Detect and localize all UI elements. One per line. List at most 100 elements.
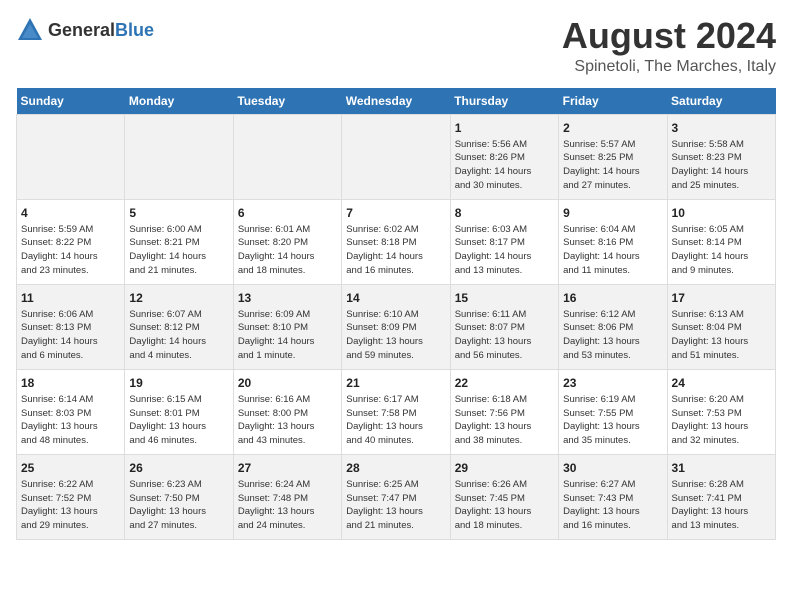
calendar-cell: 12Sunrise: 6:07 AM Sunset: 8:12 PM Dayli… xyxy=(125,284,233,369)
day-number: 16 xyxy=(563,291,662,305)
calendar-cell: 29 Sunrise: 6:26 AM Sunset: 7:45 PM Dayli… xyxy=(450,454,558,539)
day-info: Sunrise: 6:16 AM Sunset: 8:00 PM Dayligh… xyxy=(238,393,337,448)
day-number: 11 xyxy=(21,291,120,305)
calendar-cell: 13 Sunrise: 6:09 AM Sunset: 8:10 PM Dayli… xyxy=(233,284,341,369)
day-number: 24 xyxy=(672,376,771,390)
day-info: Sunrise: 5:59 AM Sunset: 8:22 PM Dayligh… xyxy=(21,223,120,278)
day-number: 21 xyxy=(346,376,445,390)
col-monday: Monday xyxy=(125,88,233,115)
calendar-cell: 26 Sunrise: 6:23 AM Sunset: 7:50 PM Dayli… xyxy=(125,454,233,539)
calendar-cell xyxy=(17,114,125,199)
col-thursday: Thursday xyxy=(450,88,558,115)
calendar-cell: 2 Sunrise: 5:57 AM Sunset: 8:25 PM Daylig… xyxy=(559,114,667,199)
day-number: 6 xyxy=(238,206,337,220)
day-info: Sunrise: 6:25 AM Sunset: 7:47 PM Dayligh… xyxy=(346,478,445,533)
calendar-cell: 15Sunrise: 6:11 AM Sunset: 8:07 PM Dayli… xyxy=(450,284,558,369)
day-info: Sunrise: 6:19 AM Sunset: 7:55 PM Dayligh… xyxy=(563,393,662,448)
calendar-cell: 6 Sunrise: 6:01 AM Sunset: 8:20 PM Daylig… xyxy=(233,199,341,284)
col-tuesday: Tuesday xyxy=(233,88,341,115)
day-info: Sunrise: 6:28 AM Sunset: 7:41 PM Dayligh… xyxy=(672,478,771,533)
calendar-week-row: 4 Sunrise: 5:59 AM Sunset: 8:22 PM Daylig… xyxy=(17,199,776,284)
logo-icon xyxy=(16,16,44,44)
calendar-week-row: 25Sunrise: 6:22 AM Sunset: 7:52 PM Dayli… xyxy=(17,454,776,539)
day-number: 3 xyxy=(672,121,771,135)
calendar-cell: 3Sunrise: 5:58 AM Sunset: 8:23 PM Daylig… xyxy=(667,114,775,199)
calendar-cell: 20Sunrise: 6:16 AM Sunset: 8:00 PM Dayli… xyxy=(233,369,341,454)
col-saturday: Saturday xyxy=(667,88,775,115)
day-info: Sunrise: 6:00 AM Sunset: 8:21 PM Dayligh… xyxy=(129,223,228,278)
day-info: Sunrise: 6:13 AM Sunset: 8:04 PM Dayligh… xyxy=(672,308,771,363)
calendar-cell: 5 Sunrise: 6:00 AM Sunset: 8:21 PM Daylig… xyxy=(125,199,233,284)
day-number: 1 xyxy=(455,121,554,135)
day-number: 19 xyxy=(129,376,228,390)
day-number: 28 xyxy=(346,461,445,475)
calendar-cell: 14 Sunrise: 6:10 AM Sunset: 8:09 PM Dayli… xyxy=(342,284,450,369)
col-wednesday: Wednesday xyxy=(342,88,450,115)
day-number: 18 xyxy=(21,376,120,390)
day-number: 23 xyxy=(563,376,662,390)
day-number: 13 xyxy=(238,291,337,305)
day-info: Sunrise: 6:06 AM Sunset: 8:13 PM Dayligh… xyxy=(21,308,120,363)
day-number: 2 xyxy=(563,121,662,135)
col-friday: Friday xyxy=(559,88,667,115)
calendar-cell: 4 Sunrise: 5:59 AM Sunset: 8:22 PM Daylig… xyxy=(17,199,125,284)
calendar-cell: 27 Sunrise: 6:24 AM Sunset: 7:48 PM Dayli… xyxy=(233,454,341,539)
logo: GeneralBlue xyxy=(16,16,154,44)
day-info: Sunrise: 6:18 AM Sunset: 7:56 PM Dayligh… xyxy=(455,393,554,448)
calendar-cell: 25Sunrise: 6:22 AM Sunset: 7:52 PM Dayli… xyxy=(17,454,125,539)
day-info: Sunrise: 6:01 AM Sunset: 8:20 PM Dayligh… xyxy=(238,223,337,278)
calendar-table: Sunday Monday Tuesday Wednesday Thursday… xyxy=(16,88,776,540)
day-info: Sunrise: 6:23 AM Sunset: 7:50 PM Dayligh… xyxy=(129,478,228,533)
day-number: 14 xyxy=(346,291,445,305)
calendar-cell xyxy=(342,114,450,199)
day-info: Sunrise: 6:10 AM Sunset: 8:09 PM Dayligh… xyxy=(346,308,445,363)
day-number: 9 xyxy=(563,206,662,220)
calendar-cell: 18 Sunrise: 6:14 AM Sunset: 8:03 PM Dayli… xyxy=(17,369,125,454)
day-info: Sunrise: 6:04 AM Sunset: 8:16 PM Dayligh… xyxy=(563,223,662,278)
day-number: 27 xyxy=(238,461,337,475)
day-info: Sunrise: 6:17 AM Sunset: 7:58 PM Dayligh… xyxy=(346,393,445,448)
day-info: Sunrise: 6:27 AM Sunset: 7:43 PM Dayligh… xyxy=(563,478,662,533)
calendar-cell: 9 Sunrise: 6:04 AM Sunset: 8:16 PM Daylig… xyxy=(559,199,667,284)
title-block: August 2024 Spinetoli, The Marches, Ital… xyxy=(562,16,776,76)
day-number: 22 xyxy=(455,376,554,390)
calendar-cell: 7 Sunrise: 6:02 AM Sunset: 8:18 PM Daylig… xyxy=(342,199,450,284)
day-number: 15 xyxy=(455,291,554,305)
day-info: Sunrise: 6:05 AM Sunset: 8:14 PM Dayligh… xyxy=(672,223,771,278)
calendar-cell: 21 Sunrise: 6:17 AM Sunset: 7:58 PM Dayli… xyxy=(342,369,450,454)
page-header: GeneralBlue August 2024 Spinetoli, The M… xyxy=(16,16,776,76)
day-info: Sunrise: 6:22 AM Sunset: 7:52 PM Dayligh… xyxy=(21,478,120,533)
day-info: Sunrise: 6:24 AM Sunset: 7:48 PM Dayligh… xyxy=(238,478,337,533)
calendar-cell: 28 Sunrise: 6:25 AM Sunset: 7:47 PM Dayli… xyxy=(342,454,450,539)
day-info: Sunrise: 6:15 AM Sunset: 8:01 PM Dayligh… xyxy=(129,393,228,448)
calendar-week-row: 11 Sunrise: 6:06 AM Sunset: 8:13 PM Dayli… xyxy=(17,284,776,369)
calendar-cell: 19 Sunrise: 6:15 AM Sunset: 8:01 PM Dayli… xyxy=(125,369,233,454)
logo-general: General xyxy=(48,20,115,40)
day-number: 12 xyxy=(129,291,228,305)
calendar-cell: 30 Sunrise: 6:27 AM Sunset: 7:43 PM Dayli… xyxy=(559,454,667,539)
day-info: Sunrise: 6:14 AM Sunset: 8:03 PM Dayligh… xyxy=(21,393,120,448)
day-info: Sunrise: 6:09 AM Sunset: 8:10 PM Dayligh… xyxy=(238,308,337,363)
day-number: 7 xyxy=(346,206,445,220)
calendar-week-row: 18 Sunrise: 6:14 AM Sunset: 8:03 PM Dayli… xyxy=(17,369,776,454)
calendar-header: Sunday Monday Tuesday Wednesday Thursday… xyxy=(17,88,776,115)
calendar-cell: 8Sunrise: 6:03 AM Sunset: 8:17 PM Daylig… xyxy=(450,199,558,284)
day-number: 30 xyxy=(563,461,662,475)
calendar-cell: 24 Sunrise: 6:20 AM Sunset: 7:53 PM Dayli… xyxy=(667,369,775,454)
calendar-cell: 10 Sunrise: 6:05 AM Sunset: 8:14 PM Dayli… xyxy=(667,199,775,284)
day-number: 8 xyxy=(455,206,554,220)
day-number: 26 xyxy=(129,461,228,475)
calendar-cell xyxy=(125,114,233,199)
day-info: Sunrise: 5:56 AM Sunset: 8:26 PM Dayligh… xyxy=(455,138,554,193)
day-number: 17 xyxy=(672,291,771,305)
day-number: 4 xyxy=(21,206,120,220)
day-number: 29 xyxy=(455,461,554,475)
day-info: Sunrise: 6:02 AM Sunset: 8:18 PM Dayligh… xyxy=(346,223,445,278)
calendar-cell: 17 Sunrise: 6:13 AM Sunset: 8:04 PM Dayli… xyxy=(667,284,775,369)
calendar-cell: 23 Sunrise: 6:19 AM Sunset: 7:55 PM Dayli… xyxy=(559,369,667,454)
day-info: Sunrise: 6:20 AM Sunset: 7:53 PM Dayligh… xyxy=(672,393,771,448)
day-number: 10 xyxy=(672,206,771,220)
day-info: Sunrise: 6:26 AM Sunset: 7:45 PM Dayligh… xyxy=(455,478,554,533)
day-number: 5 xyxy=(129,206,228,220)
day-info: Sunrise: 5:57 AM Sunset: 8:25 PM Dayligh… xyxy=(563,138,662,193)
